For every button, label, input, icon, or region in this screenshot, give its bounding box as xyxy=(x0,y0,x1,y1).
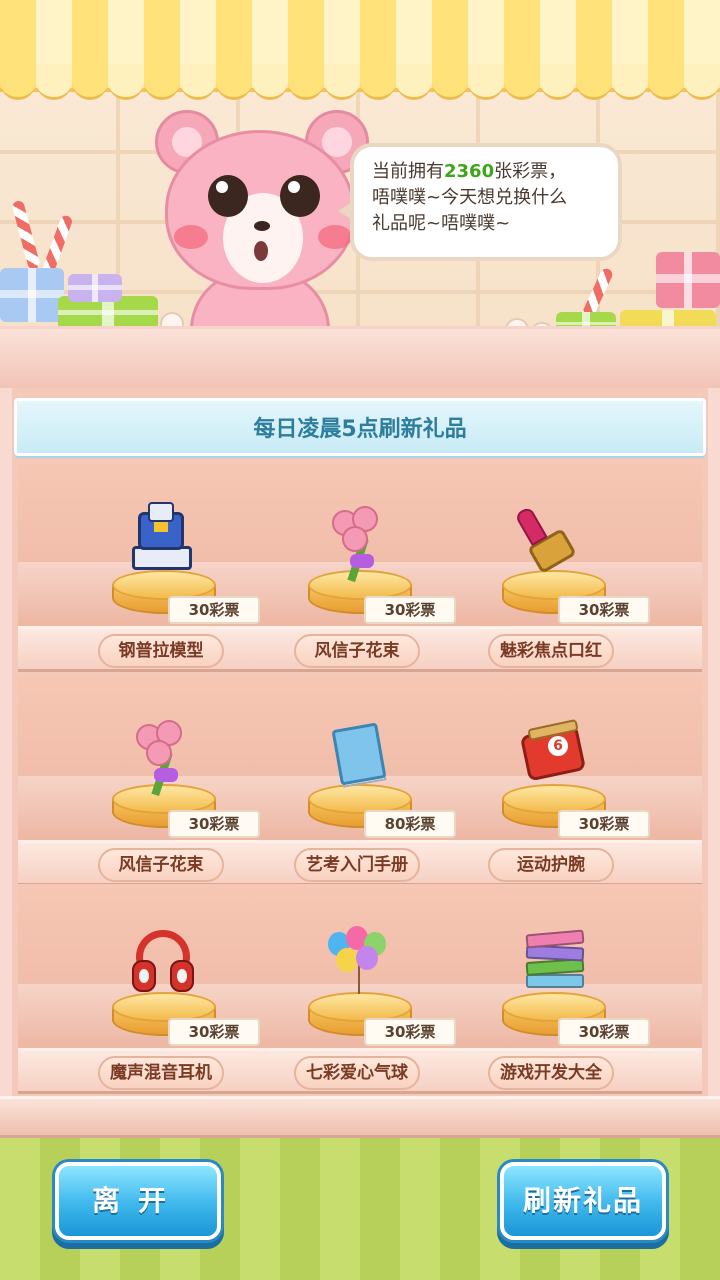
flower-bouquet-icon xyxy=(320,502,400,583)
gift-item[interactable]: 80彩票 艺考入门手册 xyxy=(272,676,472,882)
gift-name: 魅彩焦点口红 xyxy=(488,634,614,668)
shop-scene: 当前拥有2360张彩票， 唔噗噗~今天想兑换什么 礼品呢~唔噗噗~ xyxy=(0,0,720,390)
lipstick-icon xyxy=(514,502,594,582)
gift-name: 魔声混音耳机 xyxy=(98,1056,224,1090)
gift-item[interactable]: 30彩票 风信子花束 xyxy=(272,462,472,668)
speech-line-1: 当前拥有2360张彩票， xyxy=(372,161,567,182)
gift-item[interactable]: 30彩票 钢普拉模型 xyxy=(76,462,276,668)
wristband-icon: 6 xyxy=(514,716,594,796)
headphones-icon xyxy=(124,924,204,1004)
gift-item[interactable]: 30彩票 风信子花束 xyxy=(76,676,276,882)
heart-balloons-icon xyxy=(320,924,400,1004)
gift-name: 游戏开发大全 xyxy=(488,1056,614,1090)
gift-name: 艺考入门手册 xyxy=(294,848,420,882)
gift-name: 风信子花束 xyxy=(98,848,224,882)
flower-bouquet-icon xyxy=(124,716,204,797)
price-tag: 30彩票 xyxy=(168,810,260,838)
price-tag: 30彩票 xyxy=(364,596,456,624)
price-tag: 30彩票 xyxy=(558,810,650,838)
gift-item[interactable]: 30彩票 游戏开发大全 xyxy=(466,884,666,1090)
awning-scallop xyxy=(0,64,720,104)
gift-item[interactable]: 30彩票 七彩爱心气球 xyxy=(272,884,472,1090)
price-tag: 30彩票 xyxy=(364,1018,456,1046)
gift-item[interactable]: 30彩票 魔声混音耳机 xyxy=(76,884,276,1090)
gift-name: 运动护腕 xyxy=(488,848,614,882)
cabinet-header: 每日凌晨5点刷新礼品 xyxy=(14,398,706,456)
speech-line-2: 唔噗噗~今天想兑换什么 xyxy=(372,187,568,208)
price-tag: 30彩票 xyxy=(558,1018,650,1046)
ticket-count: 2360 xyxy=(444,161,495,182)
price-tag: 30彩票 xyxy=(168,1018,260,1046)
refresh-notice: 每日凌晨5点刷新礼品 xyxy=(253,417,467,442)
price-tag: 80彩票 xyxy=(364,810,456,838)
price-tag: 30彩票 xyxy=(168,596,260,624)
speech-bubble: 当前拥有2360张彩票， 唔噗噗~今天想兑换什么 礼品呢~唔噗噗~ xyxy=(338,143,622,261)
robot-model-icon xyxy=(124,502,204,582)
refresh-gifts-button[interactable]: 刷新礼品 xyxy=(500,1162,666,1240)
price-tag: 30彩票 xyxy=(558,596,650,624)
leave-button[interactable]: 离开 xyxy=(55,1162,221,1240)
shop-counter xyxy=(0,326,720,390)
speech-line-3: 礼品呢~唔噗噗~ xyxy=(372,213,511,234)
handbook-icon xyxy=(320,716,400,796)
gift-box-icon xyxy=(0,268,64,322)
gift-name: 钢普拉模型 xyxy=(98,634,224,668)
cabinet-bottom-rail xyxy=(0,1096,720,1138)
book-stack-icon xyxy=(514,924,594,1004)
gift-box-icon xyxy=(68,274,122,302)
gift-item[interactable]: 6 30彩票 运动护腕 xyxy=(466,676,666,882)
gift-name: 七彩爱心气球 xyxy=(294,1056,420,1090)
gift-item[interactable]: 30彩票 魅彩焦点口红 xyxy=(466,462,666,668)
gift-name: 风信子花束 xyxy=(294,634,420,668)
gift-box-icon xyxy=(656,252,720,308)
